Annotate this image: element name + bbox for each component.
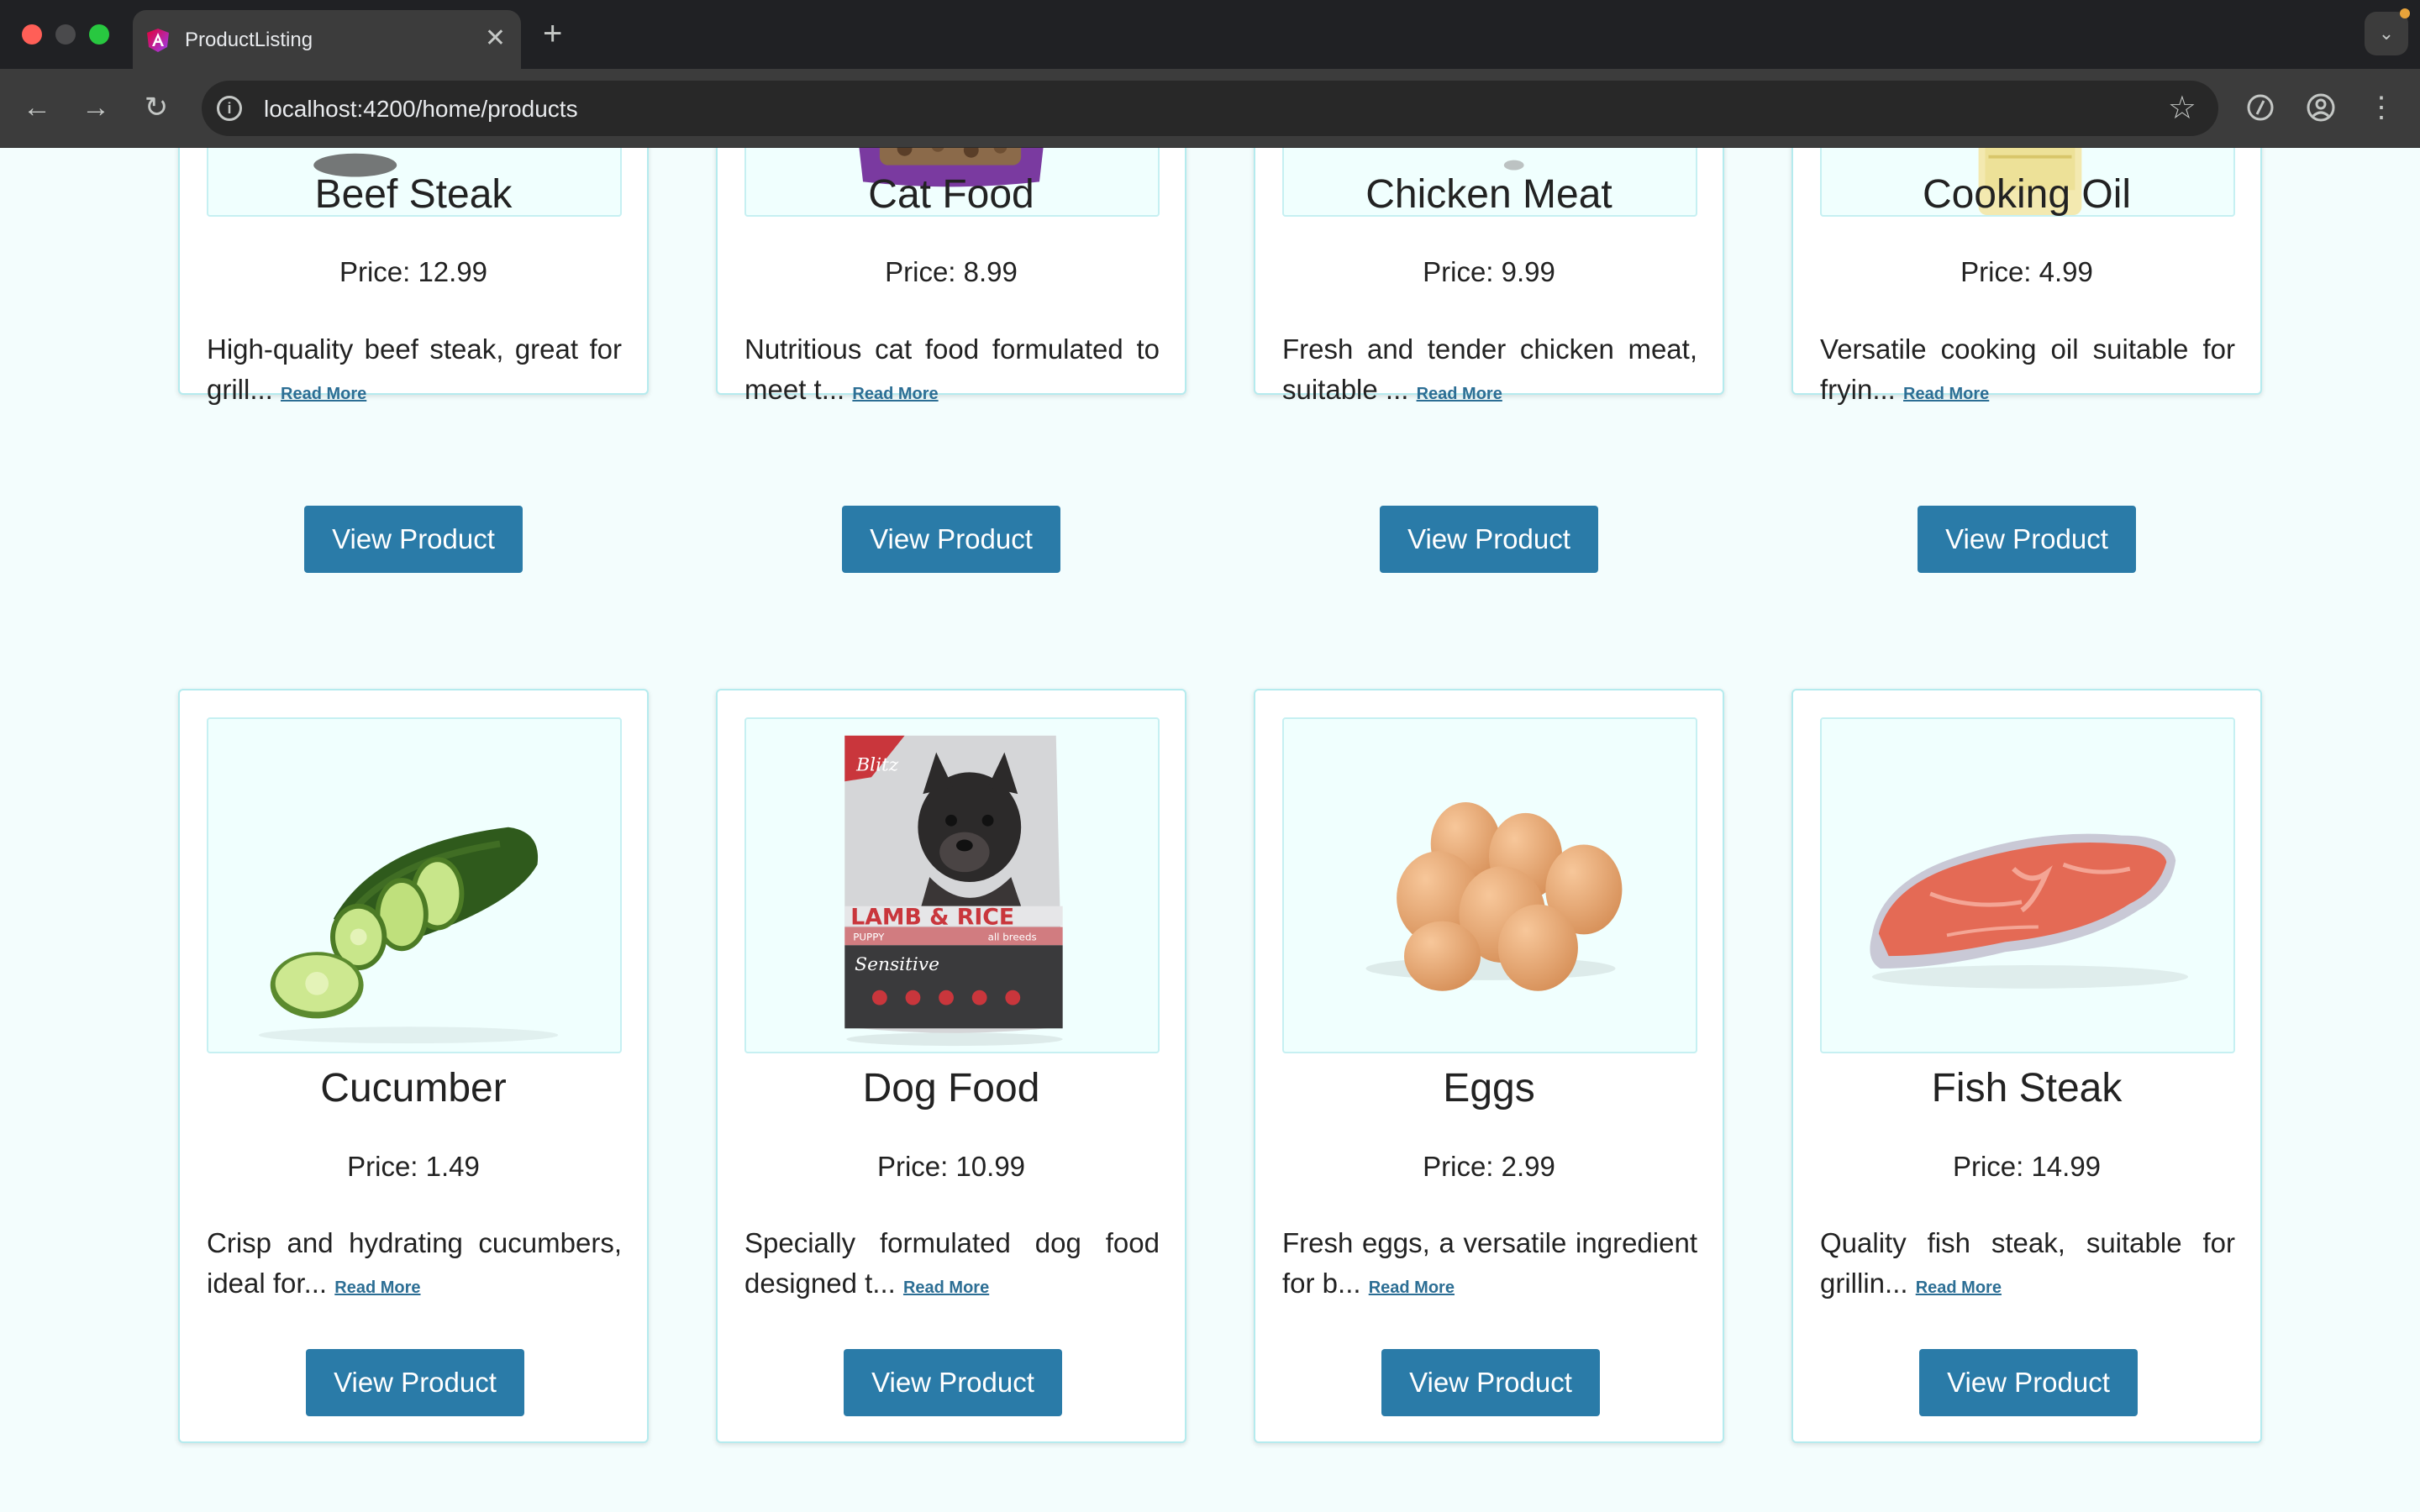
dog-food-image: Blitz LAMB & RICE PUPPY all breeds Sensi…	[844, 735, 1063, 1047]
product-card: Chicken Meat Price: 9.99 Fresh and tende…	[1254, 148, 1724, 405]
product-title: Cooking Oil	[1922, 172, 2132, 217]
package-brand: Blitz	[855, 754, 899, 775]
product-description: Nutritious cat food formulated to meet t…	[744, 333, 1160, 405]
address-bar[interactable]: i localhost:4200/home/products ☆	[202, 81, 2218, 136]
minimize-window-button[interactable]	[55, 24, 76, 45]
package-variant: Sensitive	[855, 954, 939, 975]
product-image-box	[207, 717, 622, 1053]
read-more-link[interactable]: Read More	[1417, 385, 1502, 403]
product-image-box: Blitz LAMB & RICE PUPPY all breeds Sensi…	[744, 717, 1160, 1053]
product-description: Specially formulated dog food designed t…	[744, 1227, 1160, 1299]
angular-icon	[147, 29, 169, 52]
url-text[interactable]: localhost:4200/home/products	[264, 96, 578, 123]
read-more-link[interactable]: Read More	[1903, 385, 1989, 403]
product-card: Cat Food Price: 8.99 Nutritious cat food…	[716, 148, 1186, 405]
product-card: Fish Steak Price: 14.99 Quality fish ste…	[1791, 689, 2262, 1443]
bookmark-star-icon[interactable]: ☆	[2168, 89, 2196, 127]
view-product-button[interactable]: View Product	[1918, 506, 2136, 573]
performance-icon[interactable]	[2238, 86, 2282, 129]
read-more-link[interactable]: Read More	[334, 1278, 420, 1297]
maximize-window-button[interactable]	[89, 24, 109, 45]
product-price: Price: 14.99	[1952, 1151, 2102, 1182]
browser-tab[interactable]: ProductListing ✕	[133, 10, 521, 69]
product-description: Fresh eggs, a versatile ingredient for b…	[1282, 1227, 1697, 1299]
product-description: Fresh and tender chicken meat, suitable …	[1282, 333, 1697, 405]
site-info-icon[interactable]: i	[217, 96, 242, 121]
new-tab-icon[interactable]: +	[543, 13, 562, 54]
view-product-button[interactable]: View Product	[1919, 1349, 2138, 1416]
fish-steak-image	[1870, 833, 2189, 989]
cucumber-image	[258, 827, 559, 1044]
package-age: PUPPY	[853, 931, 885, 942]
package-title: LAMB & RICE	[850, 905, 1014, 931]
product-title: Eggs	[1443, 1066, 1535, 1110]
product-description: Quality fish steak, suitable for grillin…	[1820, 1227, 2235, 1299]
product-title: Beef Steak	[314, 172, 513, 217]
view-product-button[interactable]: View Product	[1380, 506, 1598, 573]
view-product-button[interactable]: View Product	[304, 506, 523, 573]
browser-tab-bar: ProductListing ✕ + ⌄	[0, 0, 2420, 69]
browser-toolbar: ← → ↻ i localhost:4200/home/products ☆ ⋮	[0, 69, 2420, 148]
product-card: Beef Steak Price: 12.99 High-quality bee…	[178, 148, 649, 405]
close-window-button[interactable]	[22, 24, 42, 45]
product-description: Versatile cooking oil suitable for fryin…	[1820, 333, 2235, 405]
product-image-box	[1820, 717, 2235, 1053]
product-card: Cooking Oil Price: 4.99 Versatile cookin…	[1791, 148, 2262, 405]
read-more-link[interactable]: Read More	[903, 1278, 989, 1297]
tab-search-chevron-icon[interactable]: ⌄	[2365, 12, 2408, 55]
back-arrow-icon[interactable]: ←	[17, 87, 57, 128]
read-more-link[interactable]: Read More	[1369, 1278, 1455, 1297]
product-card: Cucumber Price: 1.49 Crisp and hydrating…	[178, 689, 649, 1443]
product-card: Eggs Price: 2.99 Fresh eggs, a versatile…	[1254, 689, 1724, 1443]
product-description: Crisp and hydrating cucumbers, ideal for…	[207, 1227, 622, 1299]
product-description: High-quality beef steak, great for grill…	[207, 333, 622, 405]
update-indicator	[2400, 8, 2410, 18]
product-card: Blitz LAMB & RICE PUPPY all breeds Sensi…	[716, 689, 1186, 1443]
product-title: Cucumber	[320, 1066, 507, 1110]
product-price: Price: 4.99	[1960, 256, 2093, 287]
read-more-link[interactable]: Read More	[281, 385, 366, 403]
product-price: Price: 2.99	[1423, 1151, 1555, 1182]
forward-arrow-icon[interactable]: →	[76, 87, 116, 128]
read-more-link[interactable]: Read More	[1916, 1278, 2002, 1297]
view-product-button[interactable]: View Product	[1381, 1349, 1600, 1416]
eggs-image	[1365, 802, 1623, 991]
product-price: Price: 1.49	[347, 1151, 480, 1182]
profile-icon[interactable]	[2299, 86, 2343, 129]
tab-title: ProductListing	[185, 29, 313, 51]
product-title: Cat Food	[868, 172, 1034, 217]
view-product-button[interactable]: View Product	[844, 1349, 1062, 1416]
close-tab-icon[interactable]: ✕	[485, 24, 506, 54]
view-product-button[interactable]: View Product	[306, 1349, 524, 1416]
read-more-link[interactable]: Read More	[852, 385, 938, 403]
package-breeds: all breeds	[988, 931, 1037, 942]
reload-icon[interactable]: ↻	[136, 87, 176, 128]
product-price: Price: 12.99	[339, 256, 488, 287]
product-title: Dog Food	[862, 1066, 1040, 1110]
product-price: Price: 8.99	[885, 256, 1018, 287]
menu-kebab-icon[interactable]: ⋮	[2360, 86, 2403, 129]
product-price: Price: 10.99	[876, 1151, 1026, 1182]
page-content: Beef Steak Price: 12.99 High-quality bee…	[0, 148, 2420, 1512]
product-title: Fish Steak	[1931, 1066, 2123, 1110]
view-product-button[interactable]: View Product	[842, 506, 1060, 573]
product-image-box	[1282, 717, 1697, 1053]
product-price: Price: 9.99	[1423, 256, 1555, 287]
product-title: Chicken Meat	[1365, 172, 1612, 217]
